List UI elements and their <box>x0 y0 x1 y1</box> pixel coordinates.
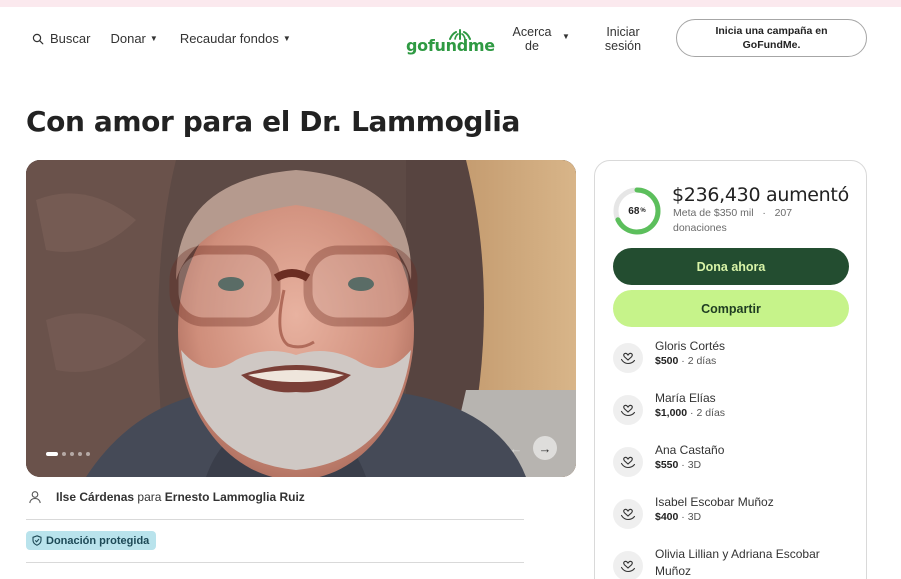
donor-time: · 3D <box>678 511 702 523</box>
organizer-for: para <box>137 490 162 504</box>
donor-name: María Elías <box>655 391 716 405</box>
carousel-prev-arrow-icon[interactable]: ← <box>504 436 528 460</box>
page-title: Con amor para el Dr. Lammoglia <box>26 105 520 138</box>
donor-item: Olivia Lillian y Adriana Escobar Muñoz <box>613 546 853 579</box>
donor-amount: $1,000 <box>655 407 688 419</box>
donor-name: Isabel Escobar Muñoz <box>655 495 774 509</box>
donor-amount-time: $550 · 3D <box>655 459 701 471</box>
caret-down-icon[interactable]: ▼ <box>562 32 570 41</box>
donate-menu[interactable]: Donar ▼ <box>110 31 157 46</box>
meta-separator: · <box>762 207 766 219</box>
donor-amount-time: $1,000 · 2 días <box>655 407 725 419</box>
donor-amount: $500 <box>655 355 679 367</box>
start-campaign-button[interactable]: Inicia una campaña en GoFundMe. <box>676 19 867 57</box>
carousel-dot[interactable] <box>78 452 82 456</box>
donor-item: Ana Castaño $550 · 3D <box>613 442 853 482</box>
search-label: Buscar <box>50 31 91 46</box>
goal-and-count: Meta de $350 mil · 207 donaciones <box>673 206 843 236</box>
top-accent-strip <box>0 0 901 7</box>
heart-hand-icon <box>613 447 643 477</box>
donor-amount: $400 <box>655 511 679 523</box>
carousel-dot[interactable] <box>46 452 58 456</box>
donor-time: · 2 días <box>678 355 717 367</box>
caret-down-icon: ▼ <box>282 34 291 43</box>
beneficiary-name[interactable]: Ernesto Lammoglia Ruiz <box>165 490 305 504</box>
donor-amount-time: $500 · 2 días <box>655 355 716 367</box>
donor-item: Gloris Cortés $500 · 2 días <box>613 338 853 378</box>
caret-down-icon: ▼ <box>149 34 158 43</box>
carousel-dot[interactable] <box>70 452 74 456</box>
primary-nav: Buscar Donar ▼ Recaudar fondos ▼ <box>32 31 291 46</box>
heart-hand-icon <box>613 499 643 529</box>
carousel-dots <box>46 452 90 456</box>
donor-amount: $550 <box>655 459 679 471</box>
carousel-dot[interactable] <box>86 452 90 456</box>
organizer-name[interactable]: Ilse Cárdenas <box>56 490 134 504</box>
heart-hand-icon <box>613 551 643 579</box>
user-icon <box>29 491 41 504</box>
amount-raised: $236,430 aumentó <box>672 184 849 206</box>
protected-badge-label: Donación protegida <box>46 534 150 547</box>
gofundme-logo[interactable]: gofundme <box>406 29 495 55</box>
login-link[interactable]: Iniciar sesión <box>603 25 643 53</box>
donor-item: Isabel Escobar Muñoz $400 · 3D <box>613 494 853 534</box>
fundraise-menu-label: Recaudar fondos <box>179 31 279 46</box>
search-icon <box>32 33 44 44</box>
progress-percent: 68% <box>628 205 646 217</box>
campaign-photo-carousel[interactable]: ← → <box>26 160 576 477</box>
donor-name: Gloris Cortés <box>655 339 726 353</box>
divider <box>26 562 524 563</box>
organizer-line: Ilse Cárdenas para Ernesto Lammoglia Rui… <box>27 489 305 505</box>
carousel-dot[interactable] <box>62 452 66 456</box>
donor-time: · 2 días <box>687 407 726 419</box>
carousel-next-arrow-icon[interactable]: → <box>533 436 557 460</box>
donation-panel: 68% $236,430 aumentó Meta de $350 mil · … <box>594 160 867 579</box>
logo-text: gofundme <box>406 36 495 55</box>
protected-donation-badge[interactable]: Donación protegida <box>26 531 157 550</box>
search-link[interactable]: Buscar <box>32 31 90 46</box>
site-header: Buscar Donar ▼ Recaudar fondos ▼ gofundm… <box>0 7 901 71</box>
donate-now-button[interactable]: Dona ahora <box>613 248 849 285</box>
donor-name: Olivia Lillian y Adriana Escobar Muñoz <box>655 547 820 578</box>
donor-amount-time: $400 · 3D <box>655 511 701 523</box>
donor-name: Ana Castaño <box>655 443 725 457</box>
divider <box>26 519 524 520</box>
about-menu[interactable]: Acerca de <box>512 25 552 53</box>
heart-hand-icon <box>613 343 643 373</box>
goal-text: Meta de $350 mil <box>673 207 754 219</box>
fundraise-menu[interactable]: Recaudar fondos ▼ <box>180 31 291 46</box>
donor-item: María Elías $1,000 · 2 días <box>613 390 853 430</box>
heart-hand-icon <box>613 395 643 425</box>
donor-time: · 3D <box>678 459 702 471</box>
shield-icon <box>32 535 42 546</box>
campaign-photo <box>26 160 576 477</box>
share-button[interactable]: Compartir <box>613 290 849 327</box>
donate-menu-label: Donar <box>110 31 146 46</box>
